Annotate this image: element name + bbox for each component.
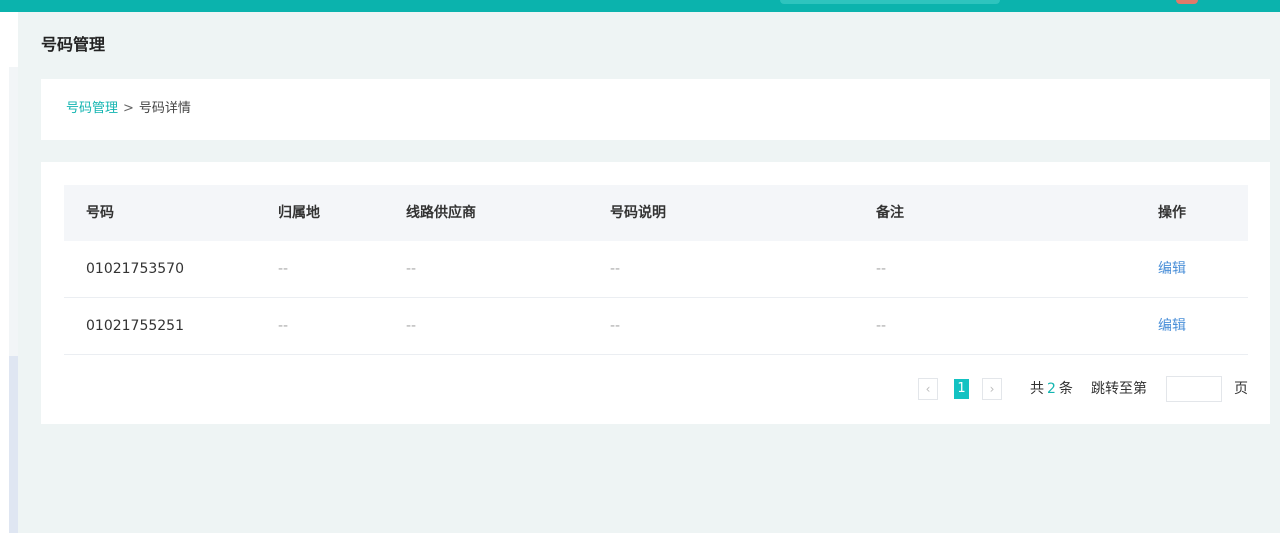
- cell-number: 01021753570: [86, 261, 184, 277]
- edit-link[interactable]: 编辑: [1158, 241, 1186, 297]
- pagination-total: 共2条: [1030, 379, 1073, 399]
- pagination-total-count: 2: [1047, 381, 1056, 397]
- top-header-bar: [0, 0, 1280, 12]
- cell-description: --: [610, 261, 621, 277]
- cell-remark: --: [876, 318, 887, 334]
- column-header-number: 号码: [86, 205, 114, 221]
- edit-link[interactable]: 编辑: [1158, 298, 1186, 354]
- pagination-page-unit: 页: [1234, 381, 1248, 397]
- pagination-total-suffix: 条: [1058, 381, 1073, 397]
- page-title: 号码管理: [41, 35, 106, 54]
- cell-provider: --: [406, 261, 417, 277]
- column-header-remark: 备注: [876, 205, 904, 221]
- pagination-total-prefix: 共: [1030, 381, 1044, 397]
- header-search-box[interactable]: [780, 0, 1000, 4]
- column-header-location: 归属地: [278, 205, 320, 221]
- breadcrumb: 号码管理 > 号码详情: [66, 100, 191, 118]
- sidebar-scrollbar-thumb[interactable]: [9, 356, 18, 533]
- pagination: ‹ 1 › 共2条 跳转至第 页: [41, 376, 1270, 402]
- breadcrumb-separator: >: [123, 101, 134, 116]
- cell-description: --: [610, 318, 621, 334]
- pagination-jump-label: 跳转至第: [1091, 381, 1147, 397]
- cell-location: --: [278, 318, 289, 334]
- column-header-action: 操作: [1158, 205, 1186, 221]
- breadcrumb-card: 号码管理 > 号码详情: [41, 79, 1270, 140]
- column-header-provider: 线路供应商: [406, 205, 476, 221]
- table-row: 01021753570 -- -- -- -- 编辑: [64, 241, 1248, 298]
- pagination-jump-input[interactable]: [1166, 376, 1222, 402]
- breadcrumb-current: 号码详情: [138, 101, 191, 116]
- column-header-description: 号码说明: [610, 205, 666, 221]
- number-table-card: 号码 归属地 线路供应商 号码说明 备注 操作 01021753570 -- -…: [41, 162, 1270, 424]
- pagination-next-button[interactable]: ›: [982, 378, 1002, 400]
- user-avatar[interactable]: [1176, 0, 1198, 4]
- cell-provider: --: [406, 318, 417, 334]
- pagination-page-current[interactable]: 1: [954, 379, 969, 399]
- breadcrumb-link-number-management[interactable]: 号码管理: [66, 101, 118, 116]
- cell-number: 01021755251: [86, 318, 184, 334]
- table-header-row: 号码 归属地 线路供应商 号码说明 备注 操作: [64, 185, 1248, 241]
- cell-location: --: [278, 261, 289, 277]
- number-table: 号码 归属地 线路供应商 号码说明 备注 操作 01021753570 -- -…: [64, 185, 1248, 355]
- table-row: 01021755251 -- -- -- -- 编辑: [64, 298, 1248, 355]
- pagination-prev-button[interactable]: ‹: [918, 378, 938, 400]
- cell-remark: --: [876, 261, 887, 277]
